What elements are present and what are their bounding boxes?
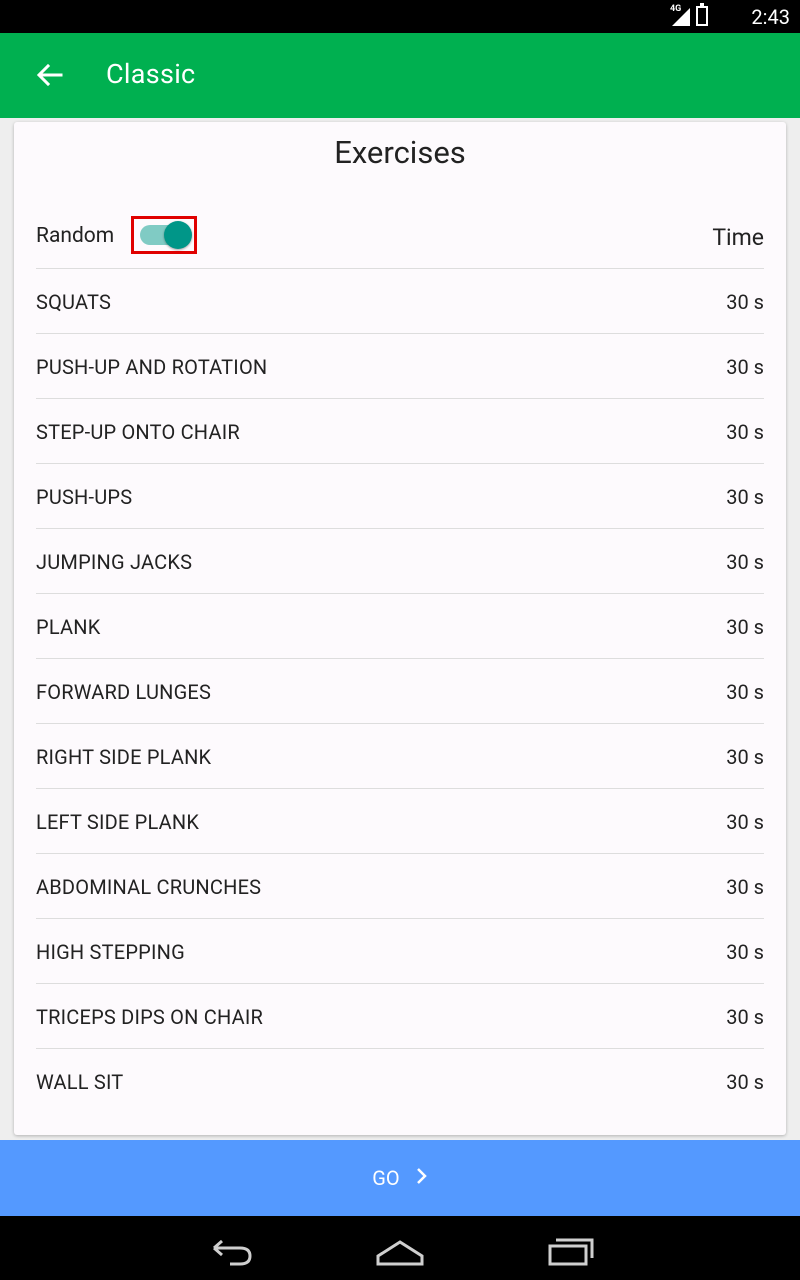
time-header: Time	[712, 224, 764, 251]
exercise-time: 30 s	[726, 355, 764, 379]
exercise-time: 30 s	[726, 745, 764, 769]
home-nav-icon	[376, 1240, 424, 1266]
go-label: GO	[372, 1166, 400, 1190]
list-item[interactable]: PUSH-UPS 30 s	[36, 464, 764, 529]
status-icons: 4G	[670, 3, 708, 26]
recent-apps-button[interactable]	[540, 1226, 600, 1270]
list-header: Random Time	[36, 204, 764, 269]
exercise-name: PUSH-UPS	[36, 485, 133, 509]
recent-apps-icon	[548, 1238, 594, 1266]
toggle-track	[140, 221, 192, 249]
exercise-name: PUSH-UP AND ROTATION	[36, 355, 268, 379]
exercise-name: TRICEPS DIPS ON CHAIR	[36, 1005, 264, 1029]
back-button[interactable]	[30, 55, 70, 95]
list-item[interactable]: PUSH-UP AND ROTATION 30 s	[36, 334, 764, 399]
status-bar: 4G 2:43	[0, 0, 800, 33]
app-bar: Classic	[0, 33, 800, 118]
exercise-name: WALL SIT	[36, 1070, 124, 1094]
list-item[interactable]: STEP-UP ONTO CHAIR 30 s	[36, 399, 764, 464]
status-time: 2:43	[751, 5, 790, 29]
exercise-time: 30 s	[726, 680, 764, 704]
exercise-name: JUMPING JACKS	[36, 550, 193, 574]
battery-icon	[696, 3, 708, 26]
exercise-name: SQUATS	[36, 290, 112, 314]
page-title: Classic	[106, 58, 196, 90]
home-nav-button[interactable]	[370, 1226, 430, 1270]
exercise-time: 30 s	[726, 550, 764, 574]
exercise-name: STEP-UP ONTO CHAIR	[36, 420, 240, 444]
exercise-time: 30 s	[726, 1070, 764, 1094]
exercise-time: 30 s	[726, 615, 764, 639]
exercise-time: 30 s	[726, 485, 764, 509]
exercise-name: LEFT SIDE PLANK	[36, 810, 200, 834]
chevron-right-icon	[416, 1166, 428, 1191]
random-toggle[interactable]	[131, 216, 197, 254]
card-title: Exercises	[334, 134, 466, 171]
exercise-time: 30 s	[726, 1005, 764, 1029]
exercise-name: ABDOMINAL CRUNCHES	[36, 875, 262, 899]
list-item[interactable]: FORWARD LUNGES 30 s	[36, 659, 764, 724]
exercise-time: 30 s	[726, 875, 764, 899]
list-item[interactable]: JUMPING JACKS 30 s	[36, 529, 764, 594]
exercise-time: 30 s	[726, 940, 764, 964]
list-item[interactable]: LEFT SIDE PLANK 30 s	[36, 789, 764, 854]
random-label: Random	[36, 224, 115, 248]
exercises-card: Exercises Random Time SQUATS 30 s PUSH-UP …	[14, 122, 786, 1135]
exercise-name: PLANK	[36, 615, 101, 639]
list-item[interactable]: HIGH STEPPING 30 s	[36, 919, 764, 984]
exercise-name: HIGH STEPPING	[36, 940, 185, 964]
back-nav-icon	[213, 1239, 252, 1266]
nav-bar	[0, 1216, 800, 1280]
list-item[interactable]: RIGHT SIDE PLANK 30 s	[36, 724, 764, 789]
exercise-name: FORWARD LUNGES	[36, 680, 212, 704]
exercise-list: SQUATS 30 s PUSH-UP AND ROTATION 30 s STEP-U…	[36, 269, 764, 1113]
back-nav-button[interactable]	[200, 1226, 260, 1270]
exercise-time: 30 s	[726, 290, 764, 314]
exercise-time: 30 s	[726, 810, 764, 834]
list-item[interactable]: TRICEPS DIPS ON CHAIR 30 s	[36, 984, 764, 1049]
go-button[interactable]: GO	[0, 1140, 800, 1216]
list-item[interactable]: SQUATS 30 s	[36, 269, 764, 334]
list-item[interactable]: WALL SIT 30 s	[36, 1049, 764, 1113]
signal-icon: 4G	[670, 4, 690, 26]
network-type-label: 4G	[670, 4, 682, 14]
exercise-name: RIGHT SIDE PLANK	[36, 745, 212, 769]
exercise-time: 30 s	[726, 420, 764, 444]
arrow-left-icon	[37, 64, 63, 86]
list-item[interactable]: ABDOMINAL CRUNCHES 30 s	[36, 854, 764, 919]
toggle-thumb	[164, 221, 192, 249]
list-item[interactable]: PLANK 30 s	[36, 594, 764, 659]
